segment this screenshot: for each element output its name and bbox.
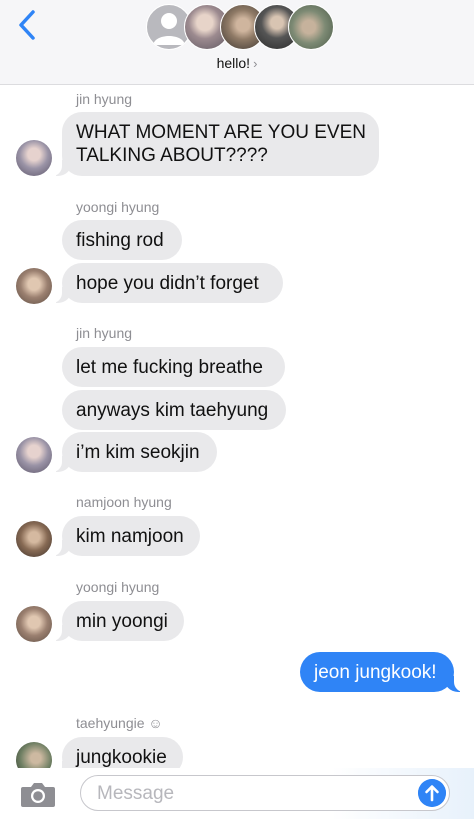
- message-bubble[interactable]: let me fucking breathe: [62, 347, 285, 387]
- message-bubble[interactable]: i’m kim seokjin: [52, 432, 217, 472]
- message-bubble[interactable]: anyways kim taehyung: [62, 390, 286, 430]
- sent-message-bubble[interactable]: jeon jungkook!: [300, 652, 464, 692]
- message-text-line: WHAT MOMENT ARE YOU EVEN: [76, 122, 366, 143]
- thread-title[interactable]: hello! ›: [0, 55, 474, 71]
- message-text-line: TALKING ABOUT????: [76, 145, 268, 166]
- sender-name: namjoon hyung: [76, 494, 172, 510]
- avatar: [288, 4, 334, 50]
- avatar: [16, 268, 52, 304]
- group-avatars[interactable]: [146, 4, 336, 52]
- message-input[interactable]: [95, 782, 399, 806]
- sender-name: yoongi hyung: [76, 579, 160, 595]
- message-bubble[interactable]: kim namjoon: [52, 516, 200, 556]
- message-bubble[interactable]: min yoongi: [52, 601, 184, 641]
- chevron-left-icon[interactable]: [14, 8, 42, 42]
- avatar: [16, 140, 52, 176]
- sender-name: taehyungie ☺: [76, 715, 163, 731]
- message-bubble[interactable]: WHAT MOMENT ARE YOU EVEN TALKING ABOUT??…: [52, 112, 379, 176]
- sender-name: jin hyung: [76, 325, 133, 341]
- avatar: [16, 606, 52, 642]
- message-field[interactable]: [80, 775, 450, 811]
- chevron-right-icon: ›: [253, 56, 258, 71]
- sender-name: yoongi hyung: [76, 199, 160, 215]
- camera-icon[interactable]: [20, 780, 56, 808]
- compose-bar: [0, 768, 474, 819]
- avatar: [16, 521, 52, 557]
- message-bubble[interactable]: hope you didn’t forget: [52, 263, 283, 303]
- thread-title-text: hello!: [216, 55, 251, 71]
- sender-name: jin hyung: [76, 91, 133, 107]
- conversation-header: hello! ›: [0, 0, 474, 85]
- message-bubble[interactable]: fishing rod: [62, 220, 182, 260]
- arrow-up-icon[interactable]: [418, 779, 446, 807]
- avatar: [16, 437, 52, 473]
